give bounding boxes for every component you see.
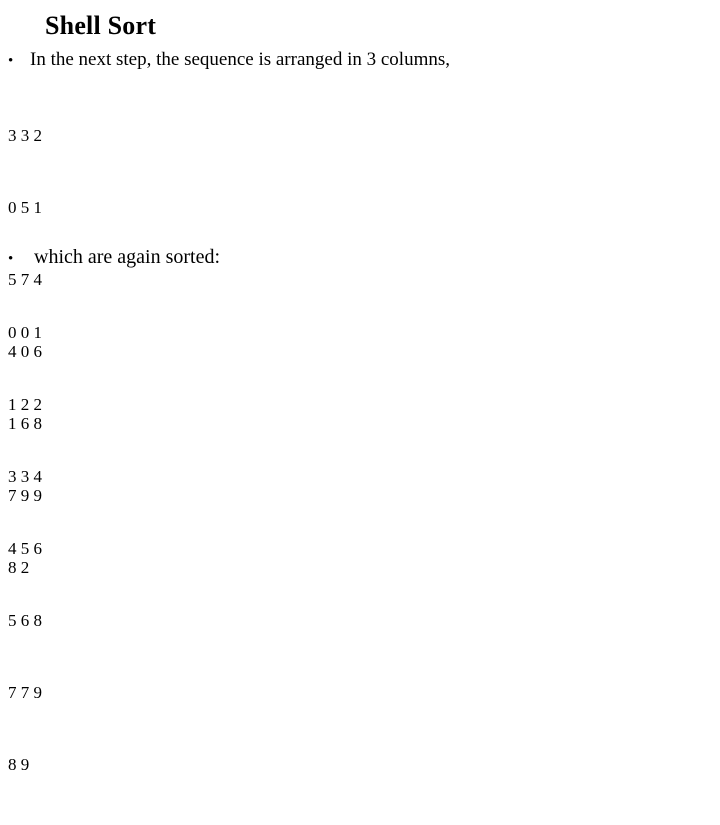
bullet-point-icon: • xyxy=(8,53,14,69)
table-row: 3 3 4 xyxy=(8,467,42,486)
table-row: 5 6 8 xyxy=(8,611,42,630)
bullet-item-2-label: which are again sorted: xyxy=(34,246,221,268)
table-row: 4 5 6 xyxy=(8,539,42,558)
bullet-point-icon: • xyxy=(8,251,14,267)
table-row: 1 2 2 xyxy=(8,395,42,414)
table-row: 3 3 2 xyxy=(8,126,42,145)
bullet-item-2: • which are again sorted: xyxy=(8,245,220,269)
table-row: 0 0 1 xyxy=(8,323,42,342)
number-block-sorted: 0 0 1 1 2 2 3 3 4 4 5 6 5 6 8 7 7 9 8 9 xyxy=(8,273,42,825)
slide-canvas: Shell Sort • In the next step, the seque… xyxy=(0,0,720,774)
table-row: 8 9 xyxy=(8,755,30,774)
page-title: Shell Sort xyxy=(45,11,157,40)
bullet-item-1: • In the next step, the sequence is arra… xyxy=(8,48,450,72)
bullet-item-1-label: In the next step, the sequence is arrang… xyxy=(30,49,450,70)
table-row: 7 7 9 xyxy=(8,683,42,702)
table-row: 0 5 1 xyxy=(8,198,42,217)
